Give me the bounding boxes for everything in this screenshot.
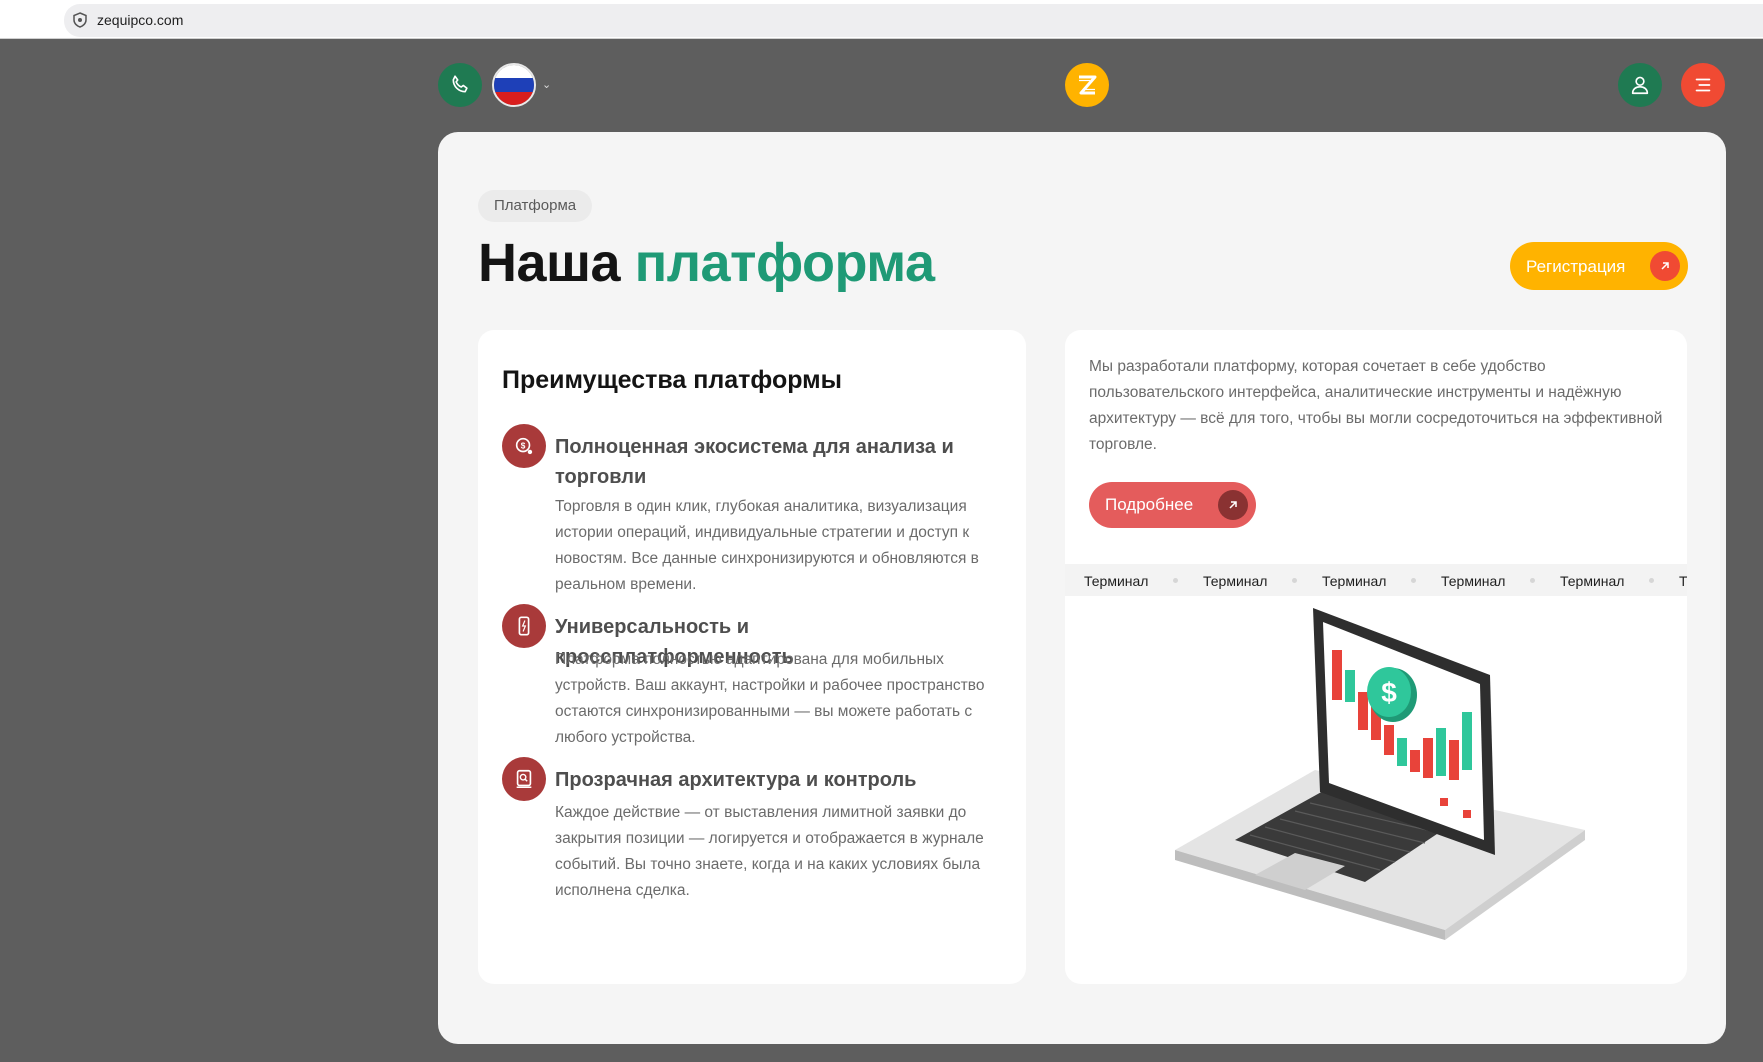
laptop-illustration: $ [1175, 608, 1585, 940]
advantages-card: Преимущества платформы $ Полноценная эко… [478, 330, 1026, 984]
ticker-item: Терминал [1560, 573, 1625, 589]
language-selector[interactable] [492, 63, 536, 107]
more-button[interactable]: Подробнее [1089, 482, 1256, 528]
feature-text: Платформа полностью адаптирована для моб… [555, 651, 985, 746]
ticker-item: Терминал [1084, 573, 1149, 589]
site-logo[interactable] [1065, 63, 1109, 107]
ticker-separator [1173, 578, 1178, 583]
menu-icon [1695, 78, 1711, 92]
title-main: Наша [478, 233, 621, 293]
user-icon [1631, 76, 1649, 95]
intro-card: Мы разработали платформу, которая сочета… [1065, 330, 1687, 984]
register-label: Регистрация [1526, 257, 1626, 276]
mobile-icon [502, 604, 546, 648]
advantages-heading: Преимущества платформы [502, 366, 843, 394]
ticker-item: Т [1679, 573, 1687, 589]
browser-url-bar: zequipco.com [0, 0, 1763, 39]
coin-search-icon: $ [502, 424, 546, 468]
ticker-item: Терминал [1203, 573, 1268, 589]
feature-title: Прозрачная архитектура и контроль [555, 769, 917, 791]
intro-text: Мы разработали платформу, которая сочета… [1089, 358, 1663, 453]
phone-button[interactable] [438, 63, 482, 107]
register-button[interactable]: Регистрация [1510, 242, 1688, 290]
more-label: Подробнее [1105, 495, 1194, 514]
feature-text: Каждое действие — от выставления лимитно… [555, 804, 984, 899]
feature-text: Торговля в один клик, глубокая аналитика… [555, 498, 979, 593]
arrow-up-right-icon [1650, 251, 1680, 281]
url-text[interactable]: zequipco.com [97, 12, 183, 28]
platform-section: Платформа Наша платформа Регистрация Пре… [438, 132, 1726, 1044]
arrow-up-right-icon [1218, 490, 1248, 520]
ticker-item: Терминал [1322, 573, 1387, 589]
ticker-separator [1411, 578, 1416, 583]
z-logo-icon [1079, 75, 1097, 95]
svg-text:$: $ [521, 441, 526, 450]
title-accent: платформа [634, 233, 935, 293]
address-field[interactable] [64, 4, 1763, 37]
feature-title: Полноценная экосистема для анализа и тор… [555, 436, 954, 488]
menu-button[interactable] [1681, 63, 1725, 107]
phone-icon [452, 75, 468, 93]
ticker-item: Терминал [1441, 573, 1506, 589]
page-title: Наша платформа [478, 232, 935, 294]
account-button[interactable] [1618, 63, 1662, 107]
ticker-separator [1649, 578, 1654, 583]
terminal-ticker: Терминал Терминал Терминал Терминал Терм… [1065, 564, 1687, 596]
ticker-separator [1530, 578, 1535, 583]
document-check-icon [502, 757, 546, 801]
ticker-separator [1292, 578, 1297, 583]
site-info-icon[interactable] [72, 12, 88, 28]
chevron-down-icon[interactable]: ⌄ [542, 78, 551, 91]
svg-text:$: $ [1381, 677, 1397, 708]
section-chip: Платформа [478, 190, 593, 222]
